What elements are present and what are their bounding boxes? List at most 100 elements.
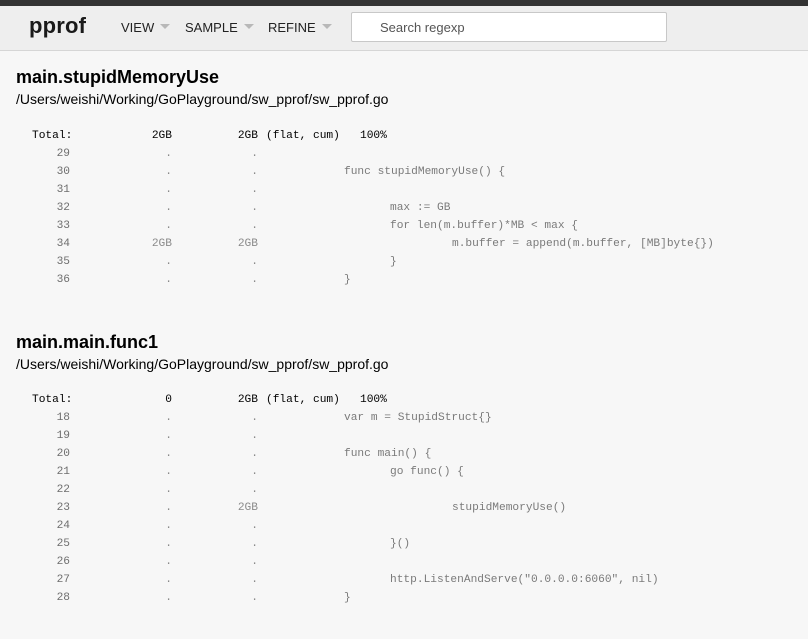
cum-value: . <box>251 484 258 496</box>
source-line: 22.. <box>16 481 796 499</box>
cum-value: . <box>251 166 258 178</box>
source-listing: Total: 0 2GB (flat, cum) 100% 18.. var m = St… <box>16 391 796 607</box>
line-number: 25 <box>56 538 70 550</box>
flat-value: . <box>165 148 172 160</box>
source-line: 26.. <box>16 553 796 571</box>
source-code: } <box>390 256 397 268</box>
source-code: http.ListenAndServe("0.0.0.0:6060", nil) <box>390 574 659 586</box>
file-path: /Users/weishi/Working/GoPlayground/sw_pp… <box>16 91 389 107</box>
line-number: 22 <box>56 484 70 496</box>
line-number: 27 <box>56 574 70 586</box>
source-line: 28..} <box>16 589 796 607</box>
source-code: }() <box>390 538 411 550</box>
chevron-down-icon <box>243 23 254 29</box>
source-line: 31.. <box>16 181 796 199</box>
line-number: 32 <box>56 202 70 214</box>
search-input[interactable] <box>351 12 667 42</box>
flat-value: . <box>165 412 172 424</box>
source-code: var m = StupidStruct{} <box>344 412 492 424</box>
cum-value: 2GB <box>237 394 258 406</box>
line-number: 33 <box>56 220 70 232</box>
line-number: 24 <box>56 520 70 532</box>
cum-value: 2GB <box>237 130 258 142</box>
source-code: func stupidMemoryUse() { <box>344 166 506 178</box>
sample-menu[interactable]: SAMPLE <box>185 20 254 35</box>
source-listing-view: main.stupidMemoryUse /Users/weishi/Worki… <box>0 51 808 639</box>
source-line: 23. 2GB stupidMemoryUse() <box>16 499 796 517</box>
flat-value: . <box>165 466 172 478</box>
line-number: 29 <box>56 148 70 160</box>
cum-value: . <box>251 520 258 532</box>
source-line: 27.. http.ListenAndServe("0.0.0.0:6060", … <box>16 571 796 589</box>
flat-value: . <box>165 274 172 286</box>
line-number: 26 <box>56 556 70 568</box>
source-line: 25..}() <box>16 535 796 553</box>
source-code: func main() { <box>344 448 432 460</box>
source-code: } <box>344 274 351 286</box>
line-number: 18 <box>56 412 70 424</box>
source-code: for len(m.buffer)*MB < max { <box>390 220 578 232</box>
flat-value: . <box>165 502 172 514</box>
sample-menu-label: SAMPLE <box>185 20 238 35</box>
total-label: Total: <box>32 394 73 406</box>
toolbar: pprof VIEW SAMPLE REFINE <box>0 6 808 51</box>
line-number: 31 <box>56 184 70 196</box>
line-number: 36 <box>56 274 70 286</box>
cum-value: . <box>251 148 258 160</box>
source-line: 20.. func main() { <box>16 445 796 463</box>
source-code: go func() { <box>390 466 464 478</box>
cum-value: 2GB <box>237 502 258 514</box>
function-title: main.stupidMemoryUse <box>16 67 220 87</box>
total-suffix: (flat, cum) 100% <box>266 130 387 142</box>
cum-value: . <box>251 592 258 604</box>
function-section: main.stupidMemoryUse /Users/weishi/Worki… <box>16 65 806 109</box>
file-path: /Users/weishi/Working/GoPlayground/sw_pp… <box>16 356 389 372</box>
line-number: 21 <box>56 466 70 478</box>
total-label: Total: <box>32 130 73 142</box>
flat-value: . <box>165 574 172 586</box>
source-code: } <box>344 592 351 604</box>
line-number: 30 <box>56 166 70 178</box>
flat-value: . <box>165 430 172 442</box>
source-line: 29.. <box>16 145 796 163</box>
function-title: main.main.func1 <box>16 332 159 352</box>
source-line: 19.. <box>16 427 796 445</box>
cum-value: . <box>251 574 258 586</box>
refine-menu-label: REFINE <box>268 20 316 35</box>
line-number: 35 <box>56 256 70 268</box>
source-line: 24.. <box>16 517 796 535</box>
cum-value: . <box>251 466 258 478</box>
flat-value: . <box>165 520 172 532</box>
source-line: 35..} <box>16 253 796 271</box>
flat-value: . <box>165 184 172 196</box>
view-menu[interactable]: VIEW <box>121 20 171 35</box>
line-number: 20 <box>56 448 70 460</box>
line-number: 28 <box>56 592 70 604</box>
cum-value: . <box>251 184 258 196</box>
refine-menu[interactable]: REFINE <box>268 20 332 35</box>
cum-value: . <box>251 256 258 268</box>
cum-value: . <box>251 220 258 232</box>
source-code: m.buffer = append(m.buffer, [MB]byte{}) <box>452 238 714 250</box>
flat-value: 2GB <box>151 238 172 250</box>
source-line: 33.. for len(m.buffer)*MB < max { <box>16 217 796 235</box>
flat-value: . <box>165 484 172 496</box>
cum-value: . <box>251 448 258 460</box>
cum-value: . <box>251 274 258 286</box>
flat-value: 0 <box>165 394 172 406</box>
source-line: 18.. var m = StupidStruct{} <box>16 409 796 427</box>
flat-value: . <box>165 166 172 178</box>
flat-value: . <box>165 220 172 232</box>
flat-value: 2GB <box>151 130 172 142</box>
source-line: 34 2GB 2GB m.buffer = append(m.buffer, [MB]… <box>16 235 796 253</box>
flat-value: . <box>165 556 172 568</box>
source-code: max := GB <box>390 202 451 214</box>
line-number: 34 <box>56 238 70 250</box>
cum-value: . <box>251 556 258 568</box>
pprof-logo[interactable]: pprof <box>29 13 86 39</box>
chevron-down-icon <box>160 23 171 29</box>
source-line: 36..} <box>16 271 796 289</box>
chevron-down-icon <box>321 23 332 29</box>
flat-value: . <box>165 592 172 604</box>
line-number: 19 <box>56 430 70 442</box>
